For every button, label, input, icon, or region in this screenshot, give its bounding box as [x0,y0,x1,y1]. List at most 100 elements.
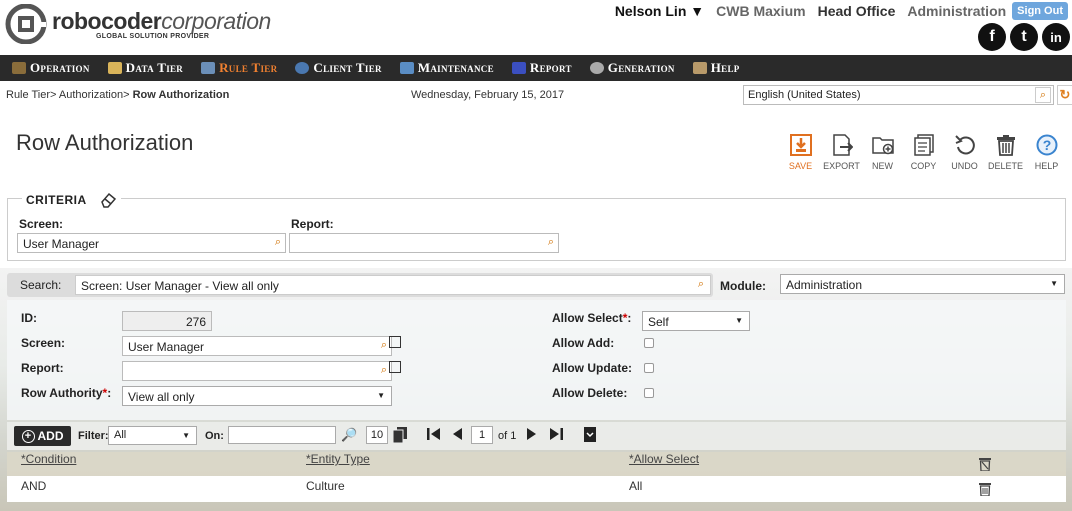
plus-icon: + [21,429,35,443]
sign-out-button[interactable]: Sign Out [1012,2,1068,20]
rule-tier-icon [201,62,216,74]
filter-select[interactable]: All ▼ [108,426,197,445]
allow-delete-checkbox[interactable] [644,388,654,398]
column-entity-type[interactable]: *Entity Type [306,452,370,466]
report-icon [511,62,526,74]
column-allow-select[interactable]: *Allow Select [629,452,699,466]
trash-icon[interactable] [979,482,991,497]
nav-client-tier[interactable]: Client Tier [295,60,381,76]
column-condition[interactable]: *Condition [21,452,76,466]
allow-select-select[interactable]: Self ▼ [642,311,750,331]
page-number-input[interactable]: 1 [471,426,493,444]
last-page-icon[interactable] [549,427,563,445]
row-authority-value: View all only [128,390,195,404]
nav-report[interactable]: Report [511,60,572,76]
save-button[interactable]: SAVE [780,133,821,171]
breadcrumb-path[interactable]: Rule Tier> Authorization> [6,89,133,101]
twitter-icon[interactable]: t [1010,23,1038,51]
company-link[interactable]: CWB Maxium [716,3,805,19]
allow-select-label-text: Allow Select [552,311,623,325]
search-input[interactable]: Screen: User Manager - View all only ⌕ [75,275,711,295]
nav-maintenance[interactable]: Maintenance [399,60,494,76]
new-button[interactable]: NEW [862,133,903,171]
copy-rows-icon[interactable] [392,427,407,447]
open-external-icon[interactable] [389,336,401,348]
screen-field[interactable]: User Manager ⌕ [122,336,392,356]
allow-add-checkbox[interactable] [644,338,654,348]
screen-value: User Manager [128,340,205,354]
eraser-icon[interactable] [99,191,117,209]
delete-button[interactable]: DELETE [985,133,1026,171]
undo-button[interactable]: UNDO [944,133,985,171]
trash-icon [994,133,1018,157]
nav-label: Report [529,60,572,75]
language-value: English (United States) [748,89,861,101]
table-row[interactable]: AND Culture All [7,476,1066,502]
criteria-screen-field[interactable]: User Manager ⌕ [17,233,286,253]
nav-label: Rule Tier [219,60,278,75]
criteria-report-label: Report: [291,217,334,231]
id-field: 276 [122,311,212,331]
refresh-icon[interactable]: ↻ [1057,85,1072,105]
company-logo[interactable]: robocodercorporation GLOBAL SOLUTION PRO… [4,3,271,45]
search-icon[interactable]: ⌕ [548,236,554,249]
nav-help[interactable]: Help [692,60,740,76]
nav-operation[interactable]: Operation [12,60,90,76]
page-size-input[interactable]: 10 [366,426,388,444]
binoculars-icon[interactable]: 🔎 [341,427,357,443]
cell-condition: AND [21,479,47,493]
nav-data-tier[interactable]: Data Tier [107,60,183,76]
delete-all-icon[interactable] [979,457,991,472]
admin-link[interactable]: Administration [907,3,1006,19]
chevron-down-icon: ▼ [182,431,190,440]
nav-label: Help [710,60,740,75]
help-circle-icon: ? [1035,133,1059,157]
linkedin-icon[interactable]: in [1042,23,1070,51]
criteria-panel: CRITERIA Screen: User Manager ⌕ Report: … [7,191,1066,261]
facebook-icon[interactable]: f [978,23,1006,51]
nav-label: Operation [30,60,90,75]
page-size-value: 10 [370,429,384,441]
export-button[interactable]: EXPORT [821,133,862,171]
breadcrumb-current: Row Authorization [132,89,230,101]
office-link[interactable]: Head Office [818,3,896,19]
search-icon[interactable]: ⌕ [1035,87,1051,103]
add-button[interactable]: + ADD [14,426,71,446]
social-links: f t in [978,23,1070,51]
language-selector[interactable]: English (United States) ⌕ [743,85,1054,105]
copy-icon [912,133,936,157]
help-icon [692,62,707,74]
module-value: Administration [786,278,863,292]
criteria-screen-label: Screen: [19,217,64,231]
grid-toolbar: + ADD Filter: All ▼ On: 🔎 10 1 of 1 [7,422,1066,450]
report-label: Report: [21,361,64,375]
robocoder-logo-icon [4,3,48,45]
row-authority-label: Row Authority*: [21,386,111,400]
search-icon[interactable]: ⌕ [381,364,387,377]
user-name-dropdown[interactable]: Nelson Lin ▼ [615,3,704,19]
allow-update-checkbox[interactable] [644,363,654,373]
search-icon[interactable]: ⌕ [275,236,281,249]
criteria-report-field[interactable]: ⌕ [289,233,559,253]
module-select[interactable]: Administration ▼ [780,274,1065,294]
open-external-icon[interactable] [389,361,401,373]
nav-rule-tier[interactable]: Rule Tier [201,60,277,76]
user-menu-row: Nelson Lin ▼ CWB Maxium Head Office Admi… [615,2,1068,20]
search-icon[interactable]: ⌕ [698,278,704,291]
export-grid-icon[interactable] [584,427,596,446]
previous-page-icon[interactable] [451,427,463,445]
page-title: Row Authorization [16,130,194,155]
copy-button[interactable]: COPY [903,133,944,171]
module-label: Module: [720,279,766,293]
help-button[interactable]: ? HELP [1026,133,1067,171]
filter-value: All [114,429,127,441]
next-page-icon[interactable] [526,427,538,445]
save-label: SAVE [788,161,813,171]
export-label: EXPORT [823,161,860,171]
search-icon[interactable]: ⌕ [381,339,387,352]
on-input[interactable] [228,426,336,444]
report-field[interactable]: ⌕ [122,361,392,381]
nav-generation[interactable]: Generation [589,60,675,76]
row-authority-select[interactable]: View all only ▼ [122,386,392,406]
first-page-icon[interactable] [427,427,441,445]
